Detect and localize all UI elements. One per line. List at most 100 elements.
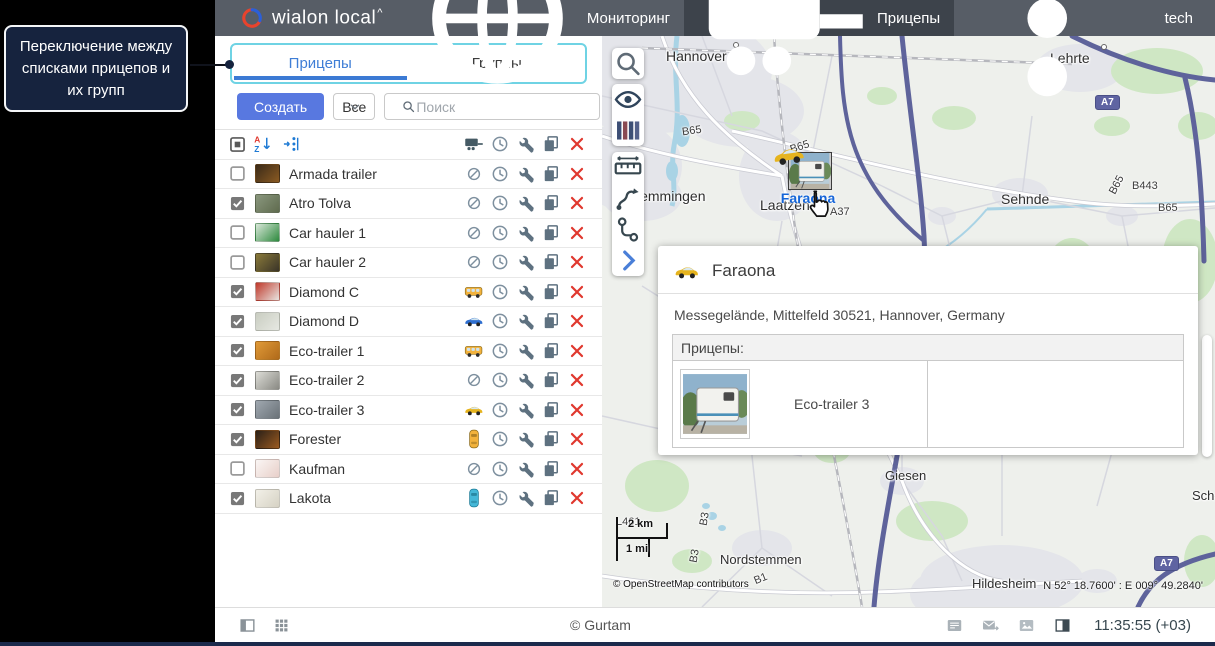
delete-icon[interactable] [567,400,587,420]
ruler-icon[interactable] [612,152,644,183]
delete-icon[interactable] [567,282,587,302]
edit-icon[interactable] [516,341,536,361]
trailer-row[interactable]: Eco-trailer 3 [215,396,602,425]
copy-column-icon[interactable] [541,134,561,154]
row-checkbox[interactable] [230,461,245,476]
delete-icon[interactable] [567,341,587,361]
row-checkbox[interactable] [230,491,245,506]
history-icon[interactable] [490,488,510,508]
copy-icon[interactable] [541,459,561,479]
waypoints-icon[interactable] [612,214,644,245]
more-menu-icon[interactable] [954,0,1140,111]
delete-icon[interactable] [567,370,587,390]
gurtam-copyright[interactable]: © Gurtam [570,617,631,633]
copy-icon[interactable] [541,252,561,272]
row-checkbox[interactable] [230,255,245,270]
nav-monitoring[interactable]: Мониторинг [401,0,684,84]
history-column-icon[interactable] [490,134,510,154]
trailer-row[interactable]: Kaufman [215,455,602,484]
delete-icon[interactable] [567,223,587,243]
trailer-row[interactable]: Lakota [215,484,602,514]
unbind-icon[interactable] [464,193,484,213]
delete-icon[interactable] [567,459,587,479]
copy-icon[interactable] [541,400,561,420]
media-icon[interactable] [1017,616,1036,635]
delete-icon[interactable] [567,164,587,184]
unbind-icon[interactable] [464,370,484,390]
edit-icon[interactable] [516,223,536,243]
unbind-icon[interactable] [464,252,484,272]
osm-attribution[interactable]: © OpenStreetMap contributors [613,579,749,590]
delete-icon[interactable] [567,488,587,508]
copy-icon[interactable] [541,164,561,184]
history-icon[interactable] [490,459,510,479]
edit-column-icon[interactable] [516,134,536,154]
nav-trailers[interactable]: Прицепы [684,0,955,76]
history-icon[interactable] [490,252,510,272]
apps-grid-icon[interactable] [272,616,291,635]
eye-icon[interactable] [612,84,644,115]
edit-icon[interactable] [516,429,536,449]
trailer-row[interactable]: Armada trailer [215,160,602,189]
history-icon[interactable] [490,223,510,243]
messages-icon[interactable] [981,616,1000,635]
trailer-row[interactable]: Car hauler 1 [215,219,602,248]
bound-unit-icon[interactable] [464,341,484,361]
edit-icon[interactable] [516,193,536,213]
trailer-row[interactable]: Eco-trailer 2 [215,366,602,396]
row-checkbox[interactable] [230,166,245,181]
bound-unit-icon[interactable] [464,429,484,449]
history-icon[interactable] [490,341,510,361]
delete-icon[interactable] [567,429,587,449]
trailer-row[interactable]: Car hauler 2 [215,248,602,278]
row-checkbox[interactable] [230,284,245,299]
unbind-icon[interactable] [464,164,484,184]
copy-icon[interactable] [541,223,561,243]
expand-tools-icon[interactable] [612,245,644,276]
history-icon[interactable] [490,282,510,302]
unbind-icon[interactable] [464,223,484,243]
copy-icon[interactable] [541,193,561,213]
route-icon[interactable] [612,183,644,214]
edit-icon[interactable] [516,459,536,479]
create-button[interactable]: Создать [237,93,325,120]
map-layers-icon[interactable] [612,115,644,146]
row-checkbox[interactable] [230,196,245,211]
delete-column-icon[interactable] [567,134,587,154]
filter-dropdown[interactable]: Все [333,93,376,120]
layout-split-icon[interactable] [1053,616,1072,635]
trailer-row[interactable]: Atro Tolva [215,189,602,219]
edit-icon[interactable] [516,164,536,184]
edit-icon[interactable] [516,252,536,272]
row-checkbox[interactable] [230,225,245,240]
history-icon[interactable] [490,429,510,449]
copy-icon[interactable] [541,341,561,361]
map-zoom-slider[interactable] [1202,335,1212,457]
history-icon[interactable] [490,400,510,420]
map-search-icon[interactable] [612,48,644,79]
current-user[interactable]: tech [1165,10,1193,27]
copy-icon[interactable] [541,282,561,302]
history-icon[interactable] [490,370,510,390]
history-icon[interactable] [490,311,510,331]
row-checkbox[interactable] [230,432,245,447]
bound-unit-icon[interactable] [464,488,484,508]
tab-trailers[interactable]: Прицепы [232,45,409,82]
delete-icon[interactable] [567,252,587,272]
copy-icon[interactable] [541,429,561,449]
bound-unit-icon[interactable] [464,311,484,331]
trailer-row[interactable]: Eco-trailer 1 [215,337,602,366]
delete-icon[interactable] [567,311,587,331]
row-checkbox[interactable] [230,373,245,388]
select-all-checkbox[interactable] [230,136,245,152]
bound-unit-icon[interactable] [464,400,484,420]
unbind-icon[interactable] [464,459,484,479]
edit-icon[interactable] [516,488,536,508]
edit-icon[interactable] [516,400,536,420]
row-checkbox[interactable] [230,402,245,417]
edit-icon[interactable] [516,282,536,302]
edit-icon[interactable] [516,311,536,331]
trailer-row[interactable]: Diamond C [215,278,602,307]
row-checkbox[interactable] [230,314,245,329]
trailer-row[interactable]: Diamond D [215,307,602,337]
